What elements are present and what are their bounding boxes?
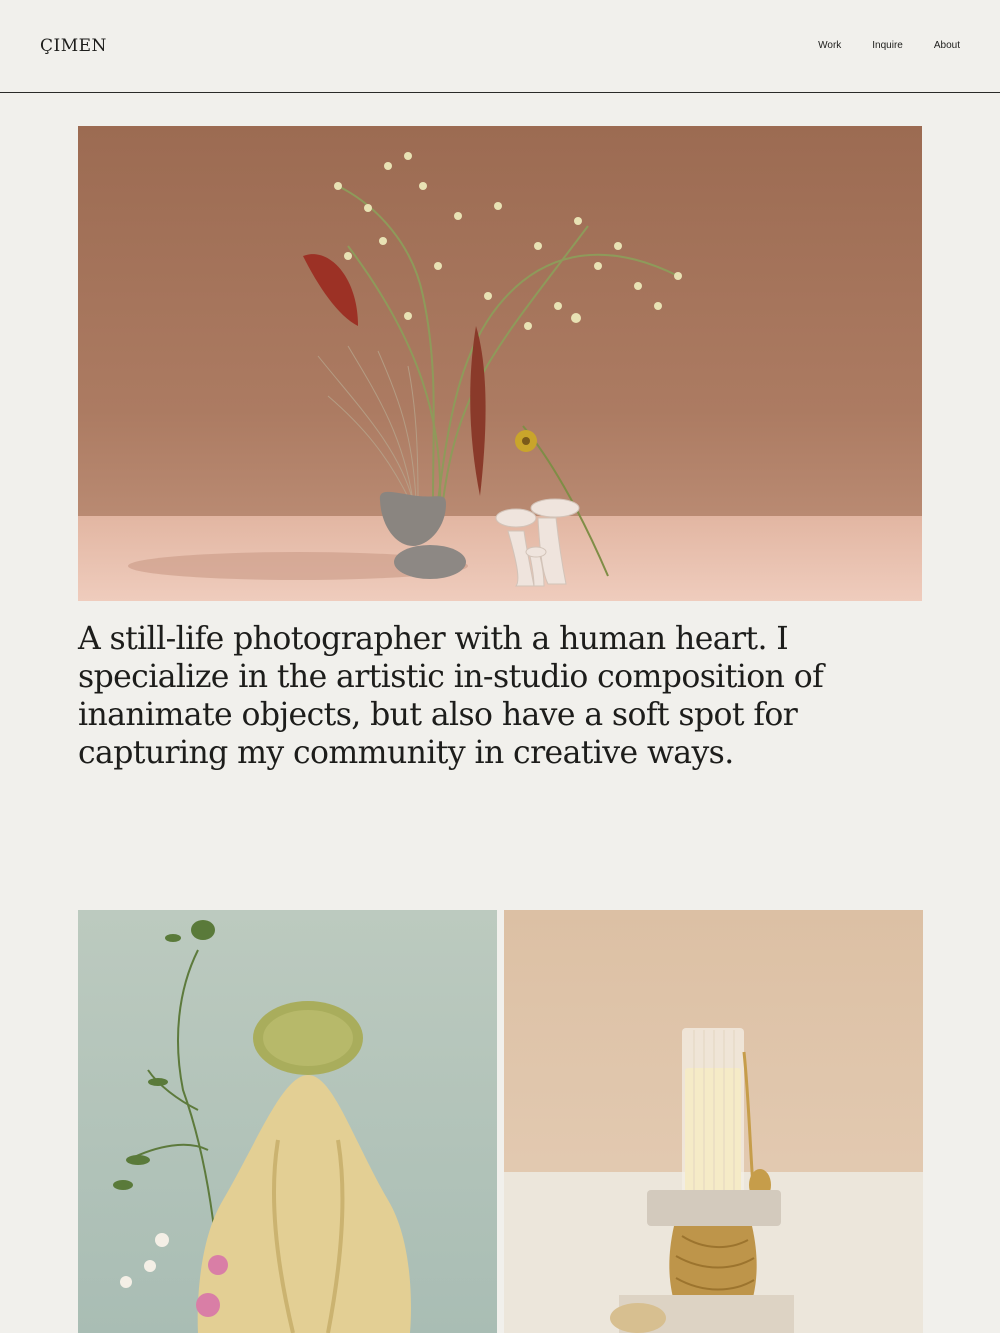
hero-image bbox=[78, 126, 922, 601]
gallery-image-cactus-squash[interactable] bbox=[78, 910, 497, 1333]
nav-link-work[interactable]: Work bbox=[818, 40, 841, 51]
cactus-squash-illustration bbox=[113, 920, 411, 1333]
site-header: ÇIMEN Work Inquire About bbox=[0, 0, 1000, 93]
gallery-image-milk-glass[interactable] bbox=[504, 910, 923, 1333]
intro-text: A still-life photographer with a human h… bbox=[78, 621, 824, 771]
milk-glass-illustration bbox=[610, 1028, 794, 1333]
nav-link-inquire[interactable]: Inquire bbox=[872, 40, 903, 51]
flower-arrangement-illustration bbox=[128, 152, 682, 587]
site-logo[interactable]: ÇIMEN bbox=[40, 36, 107, 56]
main-nav: Work Inquire About bbox=[818, 40, 960, 51]
nav-link-about[interactable]: About bbox=[934, 40, 960, 51]
